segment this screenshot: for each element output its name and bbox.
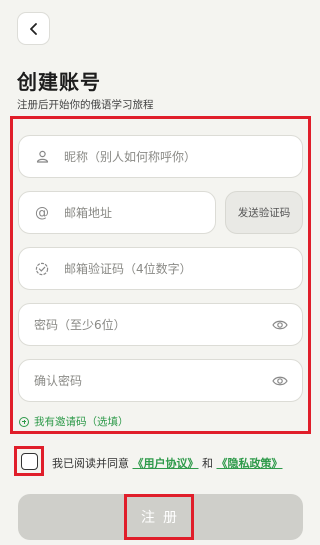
agreement-and: 和 (202, 457, 213, 470)
privacy-policy-link[interactable]: 《隐私政策》 (217, 457, 283, 470)
chevron-left-icon (29, 22, 37, 35)
verified-badge-icon (34, 261, 50, 277)
page-title: 创建账号 (17, 70, 101, 94)
agreement-text: 我已阅读并同意 《用户协议》 和 《隐私政策》 (52, 455, 283, 471)
verification-code-field[interactable]: 邮箱验证码（4位数字） (18, 247, 303, 290)
plus-circle-icon (19, 416, 29, 427)
page-subtitle: 注册后开始你的俄语学习旅程 (17, 99, 154, 111)
checkbox-highlight-box (14, 446, 44, 476)
back-button[interactable] (17, 12, 50, 45)
register-label: 注册 (124, 494, 194, 540)
password-placeholder: 密码（至少6位） (34, 318, 126, 332)
send-code-button[interactable]: 发送验证码 (225, 191, 303, 234)
invite-code-toggle[interactable]: 我有邀请码（选填） (19, 414, 129, 429)
nickname-placeholder: 昵称（别人如何称呼你） (64, 150, 197, 164)
nickname-field[interactable]: 昵称（别人如何称呼你） (18, 135, 303, 178)
confirm-password-field[interactable]: 确认密码 (18, 359, 303, 402)
code-placeholder: 邮箱验证码（4位数字） (64, 262, 192, 276)
eye-icon[interactable] (272, 319, 288, 331)
eye-icon[interactable] (272, 375, 288, 387)
email-field[interactable]: @ 邮箱地址 (18, 191, 216, 234)
confirm-password-placeholder: 确认密码 (34, 374, 83, 388)
at-icon: @ (35, 204, 49, 221)
password-field[interactable]: 密码（至少6位） (18, 303, 303, 346)
agreement-prefix: 我已阅读并同意 (52, 457, 129, 470)
user-agreement-link[interactable]: 《用户协议》 (133, 457, 199, 470)
user-icon (34, 149, 50, 165)
invite-code-label: 我有邀请码（选填） (34, 416, 129, 428)
agreement-checkbox[interactable] (20, 452, 38, 470)
email-placeholder: 邮箱地址 (64, 206, 113, 220)
